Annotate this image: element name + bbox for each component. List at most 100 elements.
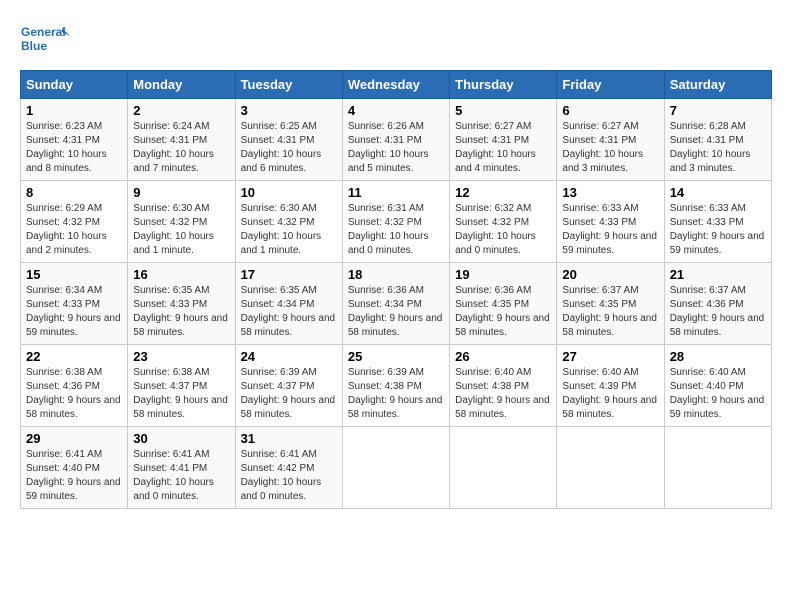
day-info: Sunrise: 6:33 AMSunset: 4:33 PMDaylight:… [562,202,658,258]
day-number: 24 [241,349,337,364]
calendar-cell [450,427,557,509]
day-number: 17 [241,267,337,282]
weekday-header-sunday: Sunday [21,71,128,99]
calendar-cell: 20 Sunrise: 6:37 AMSunset: 4:35 PMDayligh… [557,263,664,345]
day-number: 19 [455,267,551,282]
calendar-cell [664,427,771,509]
calendar-cell: 14Sunrise: 6:33 AMSunset: 4:33 PMDayligh… [664,181,771,263]
day-info: Sunrise: 6:29 AMSunset: 4:32 PMDaylight:… [26,202,122,258]
day-number: 30 [133,431,229,446]
calendar-cell [342,427,449,509]
day-number: 3 [241,103,337,118]
calendar-cell: 26Sunrise: 6:40 AMSunset: 4:38 PMDayligh… [450,345,557,427]
day-info: Sunrise: 6:32 AMSunset: 4:32 PMDaylight:… [455,202,551,258]
day-info: Sunrise: 6:38 AMSunset: 4:36 PMDaylight:… [26,366,122,422]
day-number: 9 [133,185,229,200]
day-number: 8 [26,185,122,200]
day-info: Sunrise: 6:28 AMSunset: 4:31 PMDaylight:… [670,120,766,176]
calendar-cell: 5Sunrise: 6:27 AMSunset: 4:31 PMDaylight… [450,99,557,181]
calendar-cell: 27 Sunrise: 6:40 AMSunset: 4:39 PMDayligh… [557,345,664,427]
calendar-cell: 30Sunrise: 6:41 AMSunset: 4:41 PMDayligh… [128,427,235,509]
weekday-header-monday: Monday [128,71,235,99]
calendar-cell: 3 Sunrise: 6:25 AMSunset: 4:31 PMDaylight… [235,99,342,181]
day-number: 13 [562,185,658,200]
calendar-cell: 16Sunrise: 6:35 AMSunset: 4:33 PMDayligh… [128,263,235,345]
calendar-cell: 4Sunrise: 6:26 AMSunset: 4:31 PMDaylight… [342,99,449,181]
calendar-cell: 29Sunrise: 6:41 AMSunset: 4:40 PMDayligh… [21,427,128,509]
day-number: 6 [562,103,658,118]
day-number: 28 [670,349,766,364]
calendar-week-4: 22 Sunrise: 6:38 AMSunset: 4:36 PMDayligh… [21,345,772,427]
calendar-cell: 10 Sunrise: 6:30 AMSunset: 4:32 PMDayligh… [235,181,342,263]
day-info: Sunrise: 6:30 AMSunset: 4:32 PMDaylight:… [241,202,337,258]
calendar-cell: 15 Sunrise: 6:34 AMSunset: 4:33 PMDayligh… [21,263,128,345]
day-number: 2 [133,103,229,118]
day-number: 21 [670,267,766,282]
logo-svg: General Blue [20,20,70,60]
day-info: Sunrise: 6:34 AMSunset: 4:33 PMDaylight:… [26,284,122,340]
calendar-cell: 18 Sunrise: 6:36 AMSunset: 4:34 PMDayligh… [342,263,449,345]
calendar-cell: 19Sunrise: 6:36 AMSunset: 4:35 PMDayligh… [450,263,557,345]
day-number: 31 [241,431,337,446]
day-info: Sunrise: 6:41 AMSunset: 4:40 PMDaylight:… [26,448,122,504]
day-info: Sunrise: 6:37 AMSunset: 4:35 PMDaylight:… [562,284,658,340]
day-info: Sunrise: 6:35 AMSunset: 4:33 PMDaylight:… [133,284,229,340]
page-header: General Blue [20,20,772,60]
calendar-cell: 28 Sunrise: 6:40 AMSunset: 4:40 PMDayligh… [664,345,771,427]
calendar-cell: 1 Sunrise: 6:23 AMSunset: 4:31 PMDaylight… [21,99,128,181]
day-info: Sunrise: 6:38 AMSunset: 4:37 PMDaylight:… [133,366,229,422]
day-number: 5 [455,103,551,118]
day-info: Sunrise: 6:27 AMSunset: 4:31 PMDaylight:… [562,120,658,176]
weekday-header-saturday: Saturday [664,71,771,99]
logo: General Blue [20,20,70,60]
day-number: 22 [26,349,122,364]
calendar-cell: 11Sunrise: 6:31 AMSunset: 4:32 PMDayligh… [342,181,449,263]
day-number: 12 [455,185,551,200]
calendar-week-3: 15 Sunrise: 6:34 AMSunset: 4:33 PMDayligh… [21,263,772,345]
day-info: Sunrise: 6:36 AMSunset: 4:34 PMDaylight:… [348,284,444,340]
day-info: Sunrise: 6:37 AMSunset: 4:36 PMDaylight:… [670,284,766,340]
day-info: Sunrise: 6:30 AMSunset: 4:32 PMDaylight:… [133,202,229,258]
calendar-table: SundayMondayTuesdayWednesdayThursdayFrid… [20,70,772,509]
day-info: Sunrise: 6:24 AMSunset: 4:31 PMDaylight:… [133,120,229,176]
day-info: Sunrise: 6:35 AMSunset: 4:34 PMDaylight:… [241,284,337,340]
day-number: 10 [241,185,337,200]
calendar-week-1: 1 Sunrise: 6:23 AMSunset: 4:31 PMDaylight… [21,99,772,181]
calendar-cell: 7Sunrise: 6:28 AMSunset: 4:31 PMDaylight… [664,99,771,181]
calendar-cell: 13 Sunrise: 6:33 AMSunset: 4:33 PMDayligh… [557,181,664,263]
day-info: Sunrise: 6:39 AMSunset: 4:38 PMDaylight:… [348,366,444,422]
day-number: 11 [348,185,444,200]
day-info: Sunrise: 6:40 AMSunset: 4:40 PMDaylight:… [670,366,766,422]
calendar-cell: 24 Sunrise: 6:39 AMSunset: 4:37 PMDayligh… [235,345,342,427]
day-info: Sunrise: 6:39 AMSunset: 4:37 PMDaylight:… [241,366,337,422]
day-number: 20 [562,267,658,282]
svg-text:Blue: Blue [21,39,47,53]
calendar-cell: 9 Sunrise: 6:30 AMSunset: 4:32 PMDaylight… [128,181,235,263]
calendar-week-5: 29Sunrise: 6:41 AMSunset: 4:40 PMDayligh… [21,427,772,509]
svg-text:General: General [21,25,66,39]
weekday-header-thursday: Thursday [450,71,557,99]
day-number: 15 [26,267,122,282]
day-number: 1 [26,103,122,118]
calendar-cell: 21 Sunrise: 6:37 AMSunset: 4:36 PMDayligh… [664,263,771,345]
day-number: 18 [348,267,444,282]
calendar-cell: 22 Sunrise: 6:38 AMSunset: 4:36 PMDayligh… [21,345,128,427]
weekday-header-tuesday: Tuesday [235,71,342,99]
day-info: Sunrise: 6:41 AMSunset: 4:42 PMDaylight:… [241,448,337,504]
calendar-cell: 6 Sunrise: 6:27 AMSunset: 4:31 PMDaylight… [557,99,664,181]
calendar-cell: 12 Sunrise: 6:32 AMSunset: 4:32 PMDayligh… [450,181,557,263]
day-info: Sunrise: 6:40 AMSunset: 4:39 PMDaylight:… [562,366,658,422]
calendar-cell: 8 Sunrise: 6:29 AMSunset: 4:32 PMDaylight… [21,181,128,263]
calendar-week-2: 8 Sunrise: 6:29 AMSunset: 4:32 PMDaylight… [21,181,772,263]
calendar-cell: 31 Sunrise: 6:41 AMSunset: 4:42 PMDayligh… [235,427,342,509]
day-info: Sunrise: 6:23 AMSunset: 4:31 PMDaylight:… [26,120,122,176]
weekday-header-wednesday: Wednesday [342,71,449,99]
calendar-cell: 17 Sunrise: 6:35 AMSunset: 4:34 PMDayligh… [235,263,342,345]
day-info: Sunrise: 6:25 AMSunset: 4:31 PMDaylight:… [241,120,337,176]
calendar-cell: 25 Sunrise: 6:39 AMSunset: 4:38 PMDayligh… [342,345,449,427]
day-number: 26 [455,349,551,364]
day-number: 14 [670,185,766,200]
calendar-cell: 2 Sunrise: 6:24 AMSunset: 4:31 PMDaylight… [128,99,235,181]
day-number: 27 [562,349,658,364]
day-number: 25 [348,349,444,364]
